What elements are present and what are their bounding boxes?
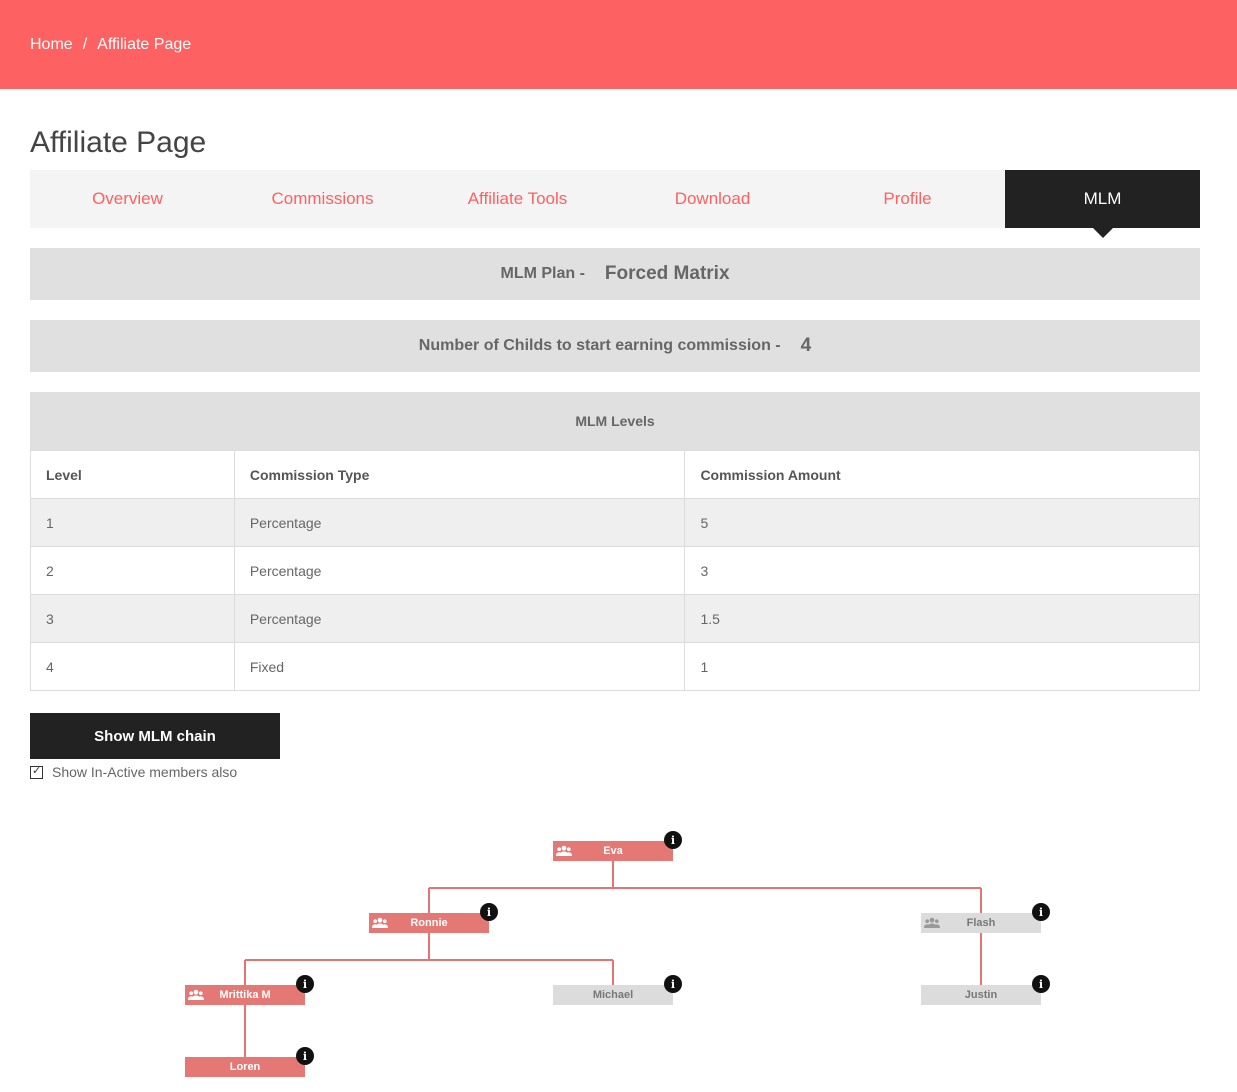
show-inactive-toggle[interactable]: Show In-Active members also: [30, 764, 237, 780]
mlm-plan-bar: MLM Plan - Forced Matrix: [30, 248, 1200, 300]
users-icon: [556, 845, 572, 856]
page-title: Affiliate Page: [30, 126, 207, 159]
info-icon[interactable]: i: [664, 975, 682, 993]
tree-node-label: Flash: [966, 917, 996, 929]
mlm-levels-panel: MLM Levels Level Commission Type Commiss…: [30, 392, 1200, 691]
cell-commission-amount: 1: [684, 642, 1200, 691]
cell-commission-amount: 5: [684, 498, 1200, 547]
tree-node-label: Eva: [603, 845, 623, 857]
users-icon: [188, 989, 204, 1000]
childs-count-label: Number of Childs to start earning commis…: [418, 337, 781, 354]
mlm-levels-table: Level Commission Type Commission Amount …: [30, 450, 1200, 691]
mlm-plan-label: MLM Plan -: [500, 265, 585, 282]
tree-node-label: Ronnie: [410, 917, 448, 929]
breadcrumb-separator: /: [82, 36, 88, 53]
cell-commission-type: Percentage: [233, 498, 686, 547]
info-icon[interactable]: i: [296, 1047, 314, 1065]
tab-download[interactable]: Download: [615, 170, 810, 228]
childs-count-value: 4: [800, 335, 812, 356]
tab-affiliate-tools[interactable]: Affiliate Tools: [420, 170, 615, 228]
top-banner: Home / Affiliate Page: [0, 0, 1237, 89]
tree-node-label: Mrittika M: [219, 989, 271, 1001]
affiliate-tabs: Overview Commissions Affiliate Tools Dow…: [30, 170, 1200, 238]
show-inactive-checkbox[interactable]: [30, 764, 43, 779]
cell-level: 3: [30, 594, 235, 643]
info-icon[interactable]: i: [480, 903, 498, 921]
breadcrumb: Home / Affiliate Page: [30, 36, 191, 54]
show-inactive-label: Show In-Active members also: [52, 764, 238, 780]
users-icon: [924, 917, 940, 928]
column-header-level: Level: [30, 450, 235, 499]
breadcrumb-home-link[interactable]: Home: [30, 36, 73, 54]
cell-level: 1: [30, 498, 235, 547]
cell-level: 4: [30, 642, 235, 691]
tree-node-eva[interactable]: Eva i: [553, 831, 682, 861]
tab-profile[interactable]: Profile: [810, 170, 1005, 228]
mlm-levels-heading: MLM Levels: [30, 392, 1200, 450]
tree-node-michael[interactable]: Michael i: [553, 975, 682, 1005]
tree-node-loren[interactable]: Loren i: [185, 1047, 314, 1077]
breadcrumb-current: Affiliate Page: [97, 36, 192, 53]
show-mlm-chain-button[interactable]: Show MLM chain: [30, 713, 280, 759]
cell-level: 2: [30, 546, 235, 595]
tab-mlm[interactable]: MLM: [1005, 170, 1200, 238]
info-icon[interactable]: i: [1032, 903, 1050, 921]
column-header-commission-type: Commission Type: [233, 450, 686, 499]
info-icon[interactable]: i: [296, 975, 314, 993]
column-header-commission-amount: Commission Amount: [684, 450, 1200, 499]
table-row: 2 Percentage 3: [30, 546, 1200, 595]
cell-commission-type: Percentage: [233, 594, 686, 643]
tree-node-justin[interactable]: Justin i: [921, 975, 1050, 1005]
tree-node-label: Michael: [592, 989, 634, 1001]
childs-count-bar: Number of Childs to start earning commis…: [30, 320, 1200, 372]
cell-commission-amount: 3: [684, 546, 1200, 595]
table-row: 4 Fixed 1: [30, 642, 1200, 691]
table-row: 1 Percentage 5: [30, 498, 1200, 547]
mlm-plan-value: Forced Matrix: [604, 263, 730, 284]
table-header-row: Level Commission Type Commission Amount: [30, 450, 1200, 499]
tree-node-label: Loren: [229, 1061, 261, 1073]
tab-overview[interactable]: Overview: [30, 170, 225, 228]
tab-commissions[interactable]: Commissions: [225, 170, 420, 228]
cell-commission-type: Fixed: [233, 642, 686, 691]
info-icon[interactable]: i: [664, 831, 682, 849]
tree-node-ronnie[interactable]: Ronnie i: [369, 903, 498, 933]
table-row: 3 Percentage 1.5: [30, 594, 1200, 643]
users-icon: [372, 917, 388, 928]
tree-node-label: Justin: [964, 989, 998, 1001]
tree-node-mrittika-m[interactable]: Mrittika M i: [185, 975, 314, 1005]
info-icon[interactable]: i: [1032, 975, 1050, 993]
tree-node-flash[interactable]: Flash i: [921, 903, 1050, 933]
cell-commission-amount: 1.5: [684, 594, 1200, 643]
cell-commission-type: Percentage: [233, 546, 686, 595]
